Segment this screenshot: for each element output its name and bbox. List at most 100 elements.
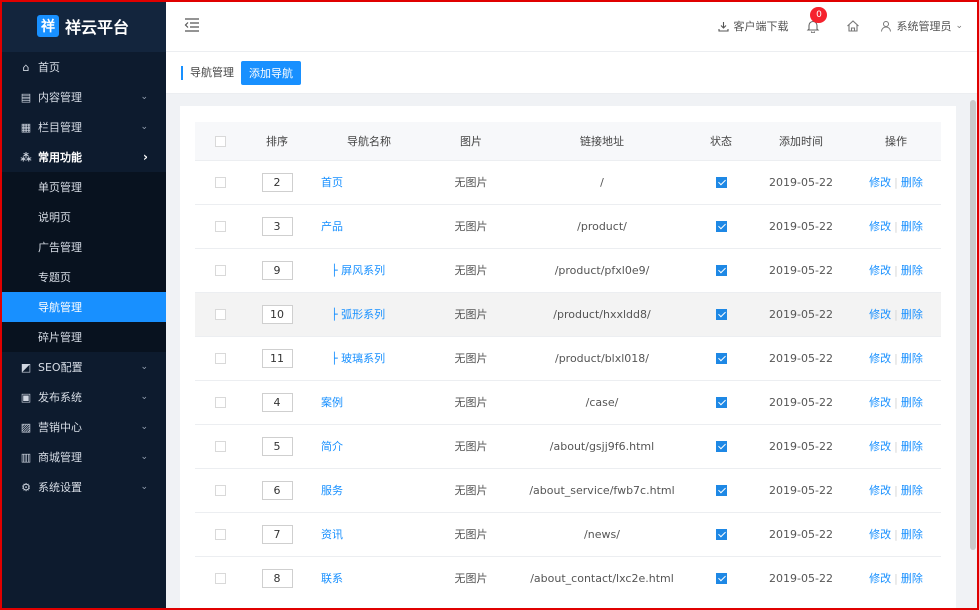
- time-cell: 2019-05-22: [751, 203, 851, 248]
- row-checkbox[interactable]: [214, 529, 226, 540]
- notification-button[interactable]: 0: [806, 7, 828, 34]
- sidebar-item-publish[interactable]: ▣ 发布系统 ⌄: [0, 382, 166, 412]
- time-cell: 2019-05-22: [751, 247, 851, 292]
- chevron-down-icon: ⌄: [140, 362, 148, 372]
- edit-link[interactable]: 修改: [869, 396, 891, 409]
- edit-link[interactable]: 修改: [869, 440, 891, 453]
- nav-name-link[interactable]: 产品: [309, 203, 429, 248]
- row-checkbox[interactable]: [214, 397, 226, 408]
- chevron-down-icon: ⌄: [140, 92, 148, 102]
- row-checkbox[interactable]: [214, 221, 226, 232]
- nav-name-link[interactable]: 首页: [309, 159, 429, 204]
- row-checkbox[interactable]: [214, 573, 226, 585]
- sidebar-item-navigation[interactable]: 导航管理: [0, 292, 166, 322]
- sidebar-item-common[interactable]: ⁂ 常用功能 ›: [0, 142, 166, 172]
- edit-link[interactable]: 修改: [869, 176, 891, 189]
- sidebar-item-single-page[interactable]: 单页管理: [0, 172, 166, 202]
- ops-cell: 修改 | 删除: [851, 467, 941, 512]
- edit-link[interactable]: 修改: [869, 484, 891, 497]
- sort-input[interactable]: [261, 260, 293, 280]
- collapse-menu-icon[interactable]: [184, 18, 200, 32]
- chevron-down-icon: ⌄: [140, 482, 148, 492]
- row-checkbox[interactable]: [214, 265, 226, 276]
- edit-link[interactable]: 修改: [869, 572, 891, 585]
- client-download-label: 客户端下载: [733, 20, 789, 33]
- nav-name-link[interactable]: 联系: [309, 555, 429, 600]
- nav-name-link[interactable]: 资讯: [309, 511, 429, 556]
- column-header-status: 状态: [691, 122, 751, 160]
- scrollbar-thumb[interactable]: [970, 100, 976, 550]
- nav-name-link[interactable]: 案例: [309, 379, 429, 424]
- nav-name-link[interactable]: ├ 玻璃系列: [309, 335, 429, 380]
- home-icon[interactable]: [846, 19, 860, 33]
- delete-link[interactable]: 删除: [901, 352, 923, 365]
- row-checkbox[interactable]: [214, 441, 226, 452]
- status-checkbox[interactable]: [715, 221, 727, 232]
- nav-name-link[interactable]: ├ 弧形系列: [309, 291, 429, 336]
- status-checkbox[interactable]: [715, 265, 727, 276]
- delete-link[interactable]: 删除: [901, 528, 923, 541]
- sidebar-item-label: 商城管理: [38, 451, 82, 464]
- sort-input[interactable]: [261, 216, 293, 236]
- edit-link[interactable]: 修改: [869, 308, 891, 321]
- row-checkbox[interactable]: [214, 485, 226, 496]
- status-checkbox[interactable]: [715, 309, 727, 320]
- status-checkbox[interactable]: [715, 353, 727, 364]
- sidebar-item-label: 单页管理: [38, 181, 82, 194]
- delete-link[interactable]: 删除: [901, 572, 923, 585]
- sort-input[interactable]: [261, 568, 293, 588]
- sidebar-item-shop[interactable]: ▥ 商城管理 ⌄: [0, 442, 166, 472]
- sort-input[interactable]: [261, 348, 293, 368]
- edit-link[interactable]: 修改: [869, 352, 891, 365]
- delete-link[interactable]: 删除: [901, 264, 923, 277]
- grid-icon: ⁂: [20, 150, 32, 164]
- link-cell: /about_contact/lxc2e.html: [513, 555, 691, 600]
- user-menu[interactable]: 系统管理员 ⌄: [880, 18, 963, 34]
- row-checkbox[interactable]: [214, 177, 226, 188]
- sort-input[interactable]: [261, 172, 293, 192]
- edit-link[interactable]: 修改: [869, 220, 891, 233]
- delete-link[interactable]: 删除: [901, 440, 923, 453]
- nav-name-link[interactable]: 简介: [309, 423, 429, 468]
- status-checkbox[interactable]: [715, 573, 727, 585]
- delete-link[interactable]: 删除: [901, 484, 923, 497]
- sort-input[interactable]: [261, 392, 293, 412]
- nav-name-link[interactable]: ├ 屏风系列: [309, 247, 429, 292]
- sidebar-item-content[interactable]: ▤ 内容管理 ⌄: [0, 82, 166, 112]
- sidebar-item-settings[interactable]: ⚙ 系统设置 ⌄: [0, 472, 166, 502]
- sidebar-item-seo[interactable]: ◩ SEO配置 ⌄: [0, 352, 166, 382]
- row-checkbox[interactable]: [214, 309, 226, 320]
- sidebar-item-ads[interactable]: 广告管理: [0, 232, 166, 262]
- sort-input[interactable]: [261, 480, 293, 500]
- status-checkbox[interactable]: [715, 397, 727, 408]
- sidebar-item-fragment[interactable]: 碎片管理: [0, 322, 166, 352]
- sidebar-item-topic[interactable]: 专题页: [0, 262, 166, 292]
- sidebar-item-marketing[interactable]: ▨ 营销中心 ⌄: [0, 412, 166, 442]
- sort-input[interactable]: [261, 436, 293, 456]
- breadcrumb-bar: 导航管理 添加导航: [166, 52, 979, 94]
- add-navigation-button[interactable]: 添加导航: [241, 61, 301, 85]
- status-checkbox[interactable]: [715, 177, 727, 188]
- delete-link[interactable]: 删除: [901, 220, 923, 233]
- page-title: 导航管理: [181, 66, 234, 80]
- nav-name-link[interactable]: 服务: [309, 467, 429, 512]
- select-all-checkbox[interactable]: [214, 135, 226, 147]
- status-checkbox[interactable]: [715, 441, 727, 452]
- status-checkbox[interactable]: [715, 529, 727, 540]
- delete-link[interactable]: 删除: [901, 176, 923, 189]
- client-download-button[interactable]: 客户端下载: [718, 18, 788, 34]
- chevron-down-icon: ⌄: [140, 122, 148, 132]
- row-checkbox[interactable]: [214, 353, 226, 364]
- sidebar-item-home[interactable]: ⌂ 首页: [0, 52, 166, 82]
- edit-link[interactable]: 修改: [869, 264, 891, 277]
- edit-link[interactable]: 修改: [869, 528, 891, 541]
- sidebar-item-description[interactable]: 说明页: [0, 202, 166, 232]
- sort-input[interactable]: [261, 524, 293, 544]
- status-checkbox[interactable]: [715, 485, 727, 496]
- delete-link[interactable]: 删除: [901, 396, 923, 409]
- delete-link[interactable]: 删除: [901, 308, 923, 321]
- sidebar-item-label: 内容管理: [38, 91, 82, 104]
- sidebar: 祥 祥云平台 ⌂ 首页 ▤ 内容管理 ⌄ ▦ 栏目管理 ⌄ ⁂ 常用功能 › 单…: [0, 0, 166, 610]
- sidebar-item-column[interactable]: ▦ 栏目管理 ⌄: [0, 112, 166, 142]
- sort-input[interactable]: [261, 304, 293, 324]
